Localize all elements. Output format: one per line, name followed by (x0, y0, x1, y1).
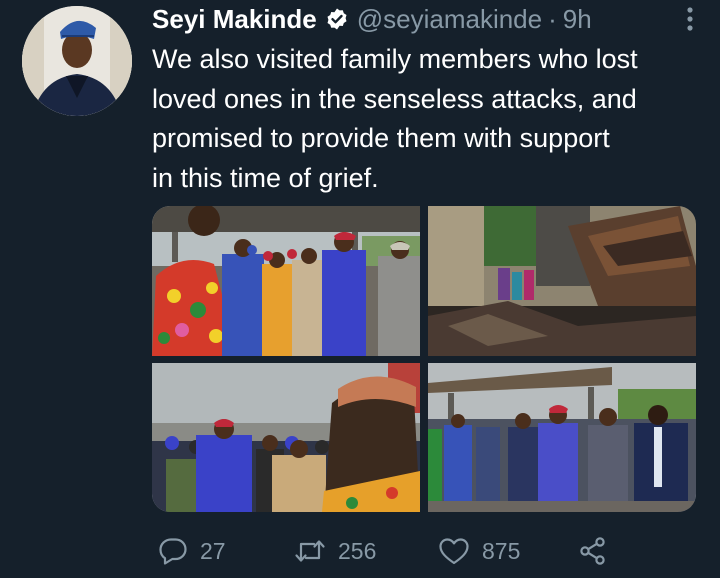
reply-count: 27 (200, 537, 226, 564)
share-button[interactable] (578, 528, 608, 574)
tweet-text-line: promised to provide them with support (152, 123, 610, 153)
media-grid: NG (152, 206, 696, 512)
tweet-text-line: loved ones in the senseless attacks, and (152, 83, 637, 114)
share-icon (580, 537, 605, 565)
photo-visit-group[interactable] (152, 206, 420, 356)
retweet-count: 256 (338, 537, 377, 564)
photo-burnt-debris[interactable] (428, 206, 696, 356)
more-options-icon[interactable] (682, 6, 698, 32)
like-button[interactable]: 875 (438, 528, 520, 574)
tweet-text-line: We also visited family members who lost (152, 44, 638, 74)
verified-badge-icon (325, 7, 349, 31)
tweet-header: Seyi Makinde @seyiamakinde · 9h (152, 2, 700, 36)
like-count: 875 (482, 537, 521, 564)
reply-button[interactable]: 27 (158, 528, 226, 574)
avatar[interactable] (22, 6, 132, 116)
photo-crowd-station[interactable] (428, 363, 696, 512)
header-separator: · (548, 3, 557, 34)
author-name[interactable]: Seyi Makinde (152, 4, 317, 35)
tweet-text: We also visited family members who lost … (152, 40, 712, 198)
tweet-actions: 27 256 875 (152, 528, 622, 574)
retweet-button[interactable]: 256 (294, 528, 376, 574)
tweet-text-line: in this time of grief. (152, 162, 379, 193)
avatar-image (22, 6, 132, 116)
tweet-timestamp[interactable]: 9h (563, 4, 592, 35)
heart-icon (439, 538, 469, 565)
retweet-icon (295, 540, 325, 562)
photo-crowd-bystanders[interactable]: NG (152, 363, 420, 512)
reply-icon (159, 538, 187, 565)
author-handle[interactable]: @seyiamakinde (357, 4, 542, 35)
